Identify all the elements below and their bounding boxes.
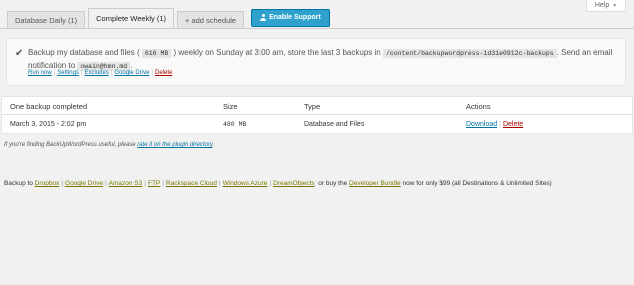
column-header-actions: Actions	[466, 101, 491, 111]
google-drive-destination-link[interactable]: Google Drive	[65, 180, 103, 187]
developer-bundle-link[interactable]: Developer Bundle	[349, 180, 401, 187]
amazon-s3-link[interactable]: Amazon S3	[109, 180, 143, 187]
run-now-link[interactable]: Run now	[28, 70, 52, 76]
footer-suffix: now for only $99 (all Destinations & Unl…	[402, 180, 552, 187]
windows-azure-link[interactable]: Windows Azure	[223, 180, 268, 187]
tab-complete-weekly[interactable]: Complete Weekly (1)	[88, 8, 174, 28]
backup-size: 616 MB	[141, 49, 172, 58]
help-label: Help	[594, 2, 610, 9]
schedule-summary: ✔ Backup my database and files ( 616 MB …	[6, 38, 626, 86]
column-header-size: Size	[223, 101, 238, 111]
footer-middle: or buy the	[318, 180, 348, 187]
table-row: March 3, 2015 - 2:02 pm 480 MB Database …	[2, 115, 632, 133]
delete-schedule-link[interactable]: Delete	[155, 70, 172, 76]
tab-database-daily[interactable]: Database Daily (1)	[7, 11, 86, 28]
excludes-link[interactable]: Excludes	[85, 70, 109, 76]
delete-backup-link[interactable]: Delete	[503, 121, 523, 128]
backup-actions: Download | Delete	[466, 115, 523, 133]
enable-support-label: Enable Support	[269, 14, 321, 21]
backup-size-cell: 480 MB	[223, 115, 246, 133]
backup-size-value: 480 MB	[223, 120, 247, 128]
dreamobjects-link[interactable]: DreamObjects	[273, 180, 315, 187]
person-icon	[260, 14, 267, 21]
help-tab[interactable]: Help ▼	[586, 0, 626, 12]
table-header: One backup completed Size Type Actions	[2, 97, 632, 115]
enable-support-button[interactable]: Enable Support	[251, 8, 330, 27]
schedule-text: ) weekly on Sunday at 3:00 am, store the…	[173, 48, 381, 57]
destinations-footer: Backup to Dropbox | Google Drive | Amazon S3…	[4, 180, 552, 187]
dropbox-link[interactable]: Dropbox	[35, 180, 60, 187]
google-drive-link[interactable]: Google Drive	[114, 70, 149, 76]
footer-prefix: Backup to	[4, 180, 33, 187]
schedule-text: .	[130, 61, 133, 70]
tabs-divider	[0, 28, 634, 29]
caret-down-icon: ▼	[612, 2, 618, 9]
backup-path: /content/backupwordpress-1d31e0912c-back…	[382, 49, 557, 58]
backup-type: Database and Files	[304, 120, 365, 128]
rating-note-suffix: .	[212, 142, 215, 148]
backups-table: One backup completed Size Type Actions M…	[1, 96, 633, 134]
tab-add-schedule[interactable]: + add schedule	[177, 11, 245, 28]
backup-date: March 3, 2015 - 2:02 pm	[10, 120, 87, 128]
rating-note: If you're finding BackUpWordPress useful…	[4, 142, 214, 148]
schedule-text: Backup my database and files (	[28, 48, 140, 57]
schedule-tabs: Database Daily (1) Complete Weekly (1) +…	[7, 8, 330, 28]
column-header-status: One backup completed	[10, 101, 88, 111]
rate-plugin-link[interactable]: rate it on the plugin directory	[137, 142, 212, 148]
checkmark-icon: ✔	[15, 48, 24, 59]
action-separator: |	[499, 120, 501, 128]
download-link[interactable]: Download	[466, 121, 497, 128]
rackspace-cloud-link[interactable]: Rackspace Cloud	[166, 180, 217, 187]
schedule-actions: Run now | Settings | Excludes | Google Drive | D…	[28, 70, 173, 76]
column-header-type: Type	[304, 101, 321, 111]
rating-note-text: If you're finding BackUpWordPress useful…	[4, 142, 136, 148]
ftp-link[interactable]: FTP	[148, 180, 160, 187]
settings-link[interactable]: Settings	[57, 70, 79, 76]
